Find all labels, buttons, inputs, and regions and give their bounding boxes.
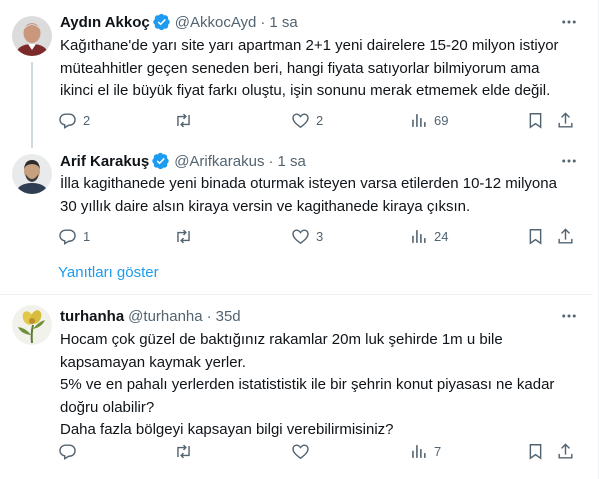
reply-count: 1	[83, 228, 91, 244]
bookmark-icon	[529, 443, 542, 460]
tweet-header: Aydın Akkoç @AkkocAyd · 1 sa	[60, 12, 581, 32]
retweet-button[interactable]	[174, 104, 199, 136]
like-count: 2	[316, 112, 324, 128]
tweet-aydin-akkoc[interactable]: Aydın Akkoç @AkkocAyd · 1 sa Kağıthane'd…	[0, 0, 593, 148]
tweet-text-line: Hocam çok güzel de baktığınız rakamlar 2…	[60, 331, 503, 348]
timestamp[interactable]: 1 sa	[269, 14, 297, 31]
bookmark-button[interactable]	[526, 220, 545, 252]
retweet-icon	[177, 113, 190, 127]
retweet-button[interactable]	[174, 220, 199, 252]
tweet-text: İlla kagithanede yeni binada oturmak ist…	[60, 173, 573, 218]
avatar[interactable]	[12, 16, 52, 56]
author-handle[interactable]: @Arifkarakus	[174, 153, 264, 170]
reply-button[interactable]: 2	[58, 104, 90, 136]
tweet-turhanha[interactable]: turhanha @turhanha · 35d Hocam çok güzel…	[0, 295, 593, 479]
bookmark-icon	[529, 112, 542, 129]
tweet-text-line: müteahhitler geçen seneden beri, hangi f…	[60, 59, 540, 77]
reply-icon	[59, 228, 76, 245]
separator-dot: ·	[260, 13, 266, 31]
tweet-actions: 7	[50, 435, 580, 467]
author-name[interactable]: Arif Karakuş	[60, 153, 149, 170]
conversation-timeline: Aydın Akkoç @AkkocAyd · 1 sa Kağıthane'd…	[0, 0, 599, 479]
reply-icon	[59, 443, 76, 460]
tweet-text-line: Kağıthane'de yarı site yarı apartman 2+1…	[60, 37, 559, 54]
like-count: 3	[316, 228, 324, 244]
tweet-text-line: 30 yıllık daire alsın kiraya versin ve k…	[60, 197, 471, 215]
avatar[interactable]	[12, 154, 52, 194]
bookmark-icon	[529, 228, 542, 245]
view-count: 24	[434, 228, 449, 244]
share-icon	[558, 227, 573, 244]
tweet-header: Arif Karakuş @Arifkarakus · 1 sa	[60, 151, 581, 171]
tweet-text-line: İlla kagithanede yeni binada oturmak ist…	[60, 175, 557, 192]
like-button[interactable]: 2	[291, 104, 323, 136]
heart-icon	[292, 112, 309, 128]
share-button[interactable]	[556, 104, 575, 136]
tweet-text-line: ikinci el ile büyük fiyat farkı oluştu, …	[60, 82, 551, 99]
author-handle[interactable]: @turhanha	[128, 308, 202, 325]
retweet-icon	[177, 229, 190, 243]
retweet-icon	[177, 444, 190, 458]
bookmark-button[interactable]	[526, 435, 545, 467]
tweet-text-line: 5% ve en pahalı yerlerden istatististik …	[60, 376, 555, 393]
reply-icon	[59, 112, 76, 129]
view-count: 7	[434, 443, 442, 459]
tweet-text: Hocam çok güzel de baktığınız rakamlar 2…	[60, 329, 573, 442]
author-handle[interactable]: @AkkocAyd	[175, 14, 257, 31]
verified-badge-icon	[152, 152, 169, 170]
avatar[interactable]	[12, 305, 52, 345]
tweet-text-line: doğru olabilir?	[60, 398, 155, 416]
author-name[interactable]: Aydın Akkoç	[60, 14, 150, 31]
views-button[interactable]: 7	[409, 435, 441, 467]
tweet-arif-karakus[interactable]: Arif Karakuş @Arifkarakus · 1 sa İlla ka…	[0, 148, 593, 256]
share-button[interactable]	[556, 435, 575, 467]
separator-dot: ·	[206, 307, 212, 325]
views-button[interactable]: 69	[409, 104, 448, 136]
tweet-actions: 1 3 24	[50, 220, 580, 252]
show-replies-link[interactable]: Yanıtları göster	[58, 264, 159, 281]
views-bars-icon	[412, 444, 426, 458]
more-horizontal-icon[interactable]	[557, 149, 581, 173]
views-bars-icon	[412, 229, 426, 243]
bookmark-button[interactable]	[526, 104, 545, 136]
tweet-header: turhanha @turhanha · 35d	[60, 306, 581, 326]
share-icon	[558, 111, 573, 128]
share-button[interactable]	[556, 220, 575, 252]
reply-button[interactable]: 1	[58, 220, 90, 252]
heart-icon	[292, 228, 309, 244]
verified-badge-icon	[153, 13, 170, 31]
timestamp[interactable]: 1 sa	[277, 153, 305, 170]
like-button[interactable]: 3	[291, 220, 323, 252]
tweet-text: Kağıthane'de yarı site yarı apartman 2+1…	[60, 35, 573, 103]
heart-icon	[292, 443, 309, 459]
separator-dot: ·	[268, 152, 274, 170]
view-count: 69	[434, 112, 449, 128]
reply-button[interactable]	[58, 435, 83, 467]
more-horizontal-icon[interactable]	[557, 304, 581, 328]
timestamp[interactable]: 35d	[216, 308, 241, 325]
author-name[interactable]: turhanha	[60, 308, 124, 325]
retweet-button[interactable]	[174, 435, 199, 467]
share-icon	[558, 442, 573, 459]
reply-count: 2	[83, 112, 91, 128]
more-horizontal-icon[interactable]	[557, 10, 581, 34]
views-button[interactable]: 24	[409, 220, 448, 252]
views-bars-icon	[412, 113, 426, 127]
tweet-text-line: kapsamayan kaymak yerler.	[60, 353, 246, 371]
tweet-actions: 2 2 69	[50, 104, 580, 136]
like-button[interactable]	[291, 435, 316, 467]
